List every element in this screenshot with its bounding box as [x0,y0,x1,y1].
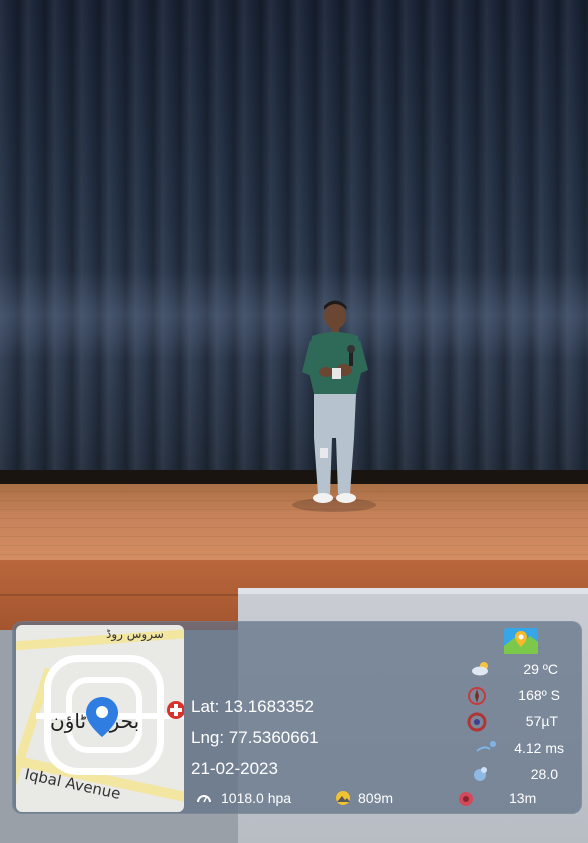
location-map[interactable]: سروس روڈ بحریہ ٹاؤن Iqbal Avenue [16,625,184,812]
map-app-logo-icon [504,628,538,654]
pressure-value: 1018.0 hpa [221,790,292,806]
temperature-value: 29 ºC [523,661,558,677]
location-pin-icon [86,697,118,737]
wind-icon [476,741,496,752]
person-on-stage [302,300,368,503]
humidity-icon [474,767,487,781]
mountain-icon [336,791,350,805]
magnet-icon [467,712,487,732]
photo-scene: سروس روڈ بحریہ ٹاؤن Iqbal Avenue Lat: 13… [0,0,588,843]
heading-value: 168º S [518,687,560,703]
hospital-marker-icon [167,701,184,719]
speaker-box-edge [238,588,588,594]
compass-icon [468,687,486,705]
magnetic-field-value: 57µT [525,713,558,729]
longitude-text: Lng: 77.5360661 [191,728,319,747]
cloud-sun-icon [472,662,488,676]
altitude-value: 809m [358,790,394,806]
target-icon [459,792,473,806]
latitude-text: Lat: 13.1683352 [191,697,314,716]
pressure-icon [197,795,211,803]
date-text: 21-02-2023 [191,759,278,778]
wind-speed-value: 4.12 ms [514,740,564,756]
humidity-value: 28.0 [530,766,558,782]
accuracy-value: 13m [509,790,537,806]
map-road-label: سروس روڈ [106,627,164,641]
